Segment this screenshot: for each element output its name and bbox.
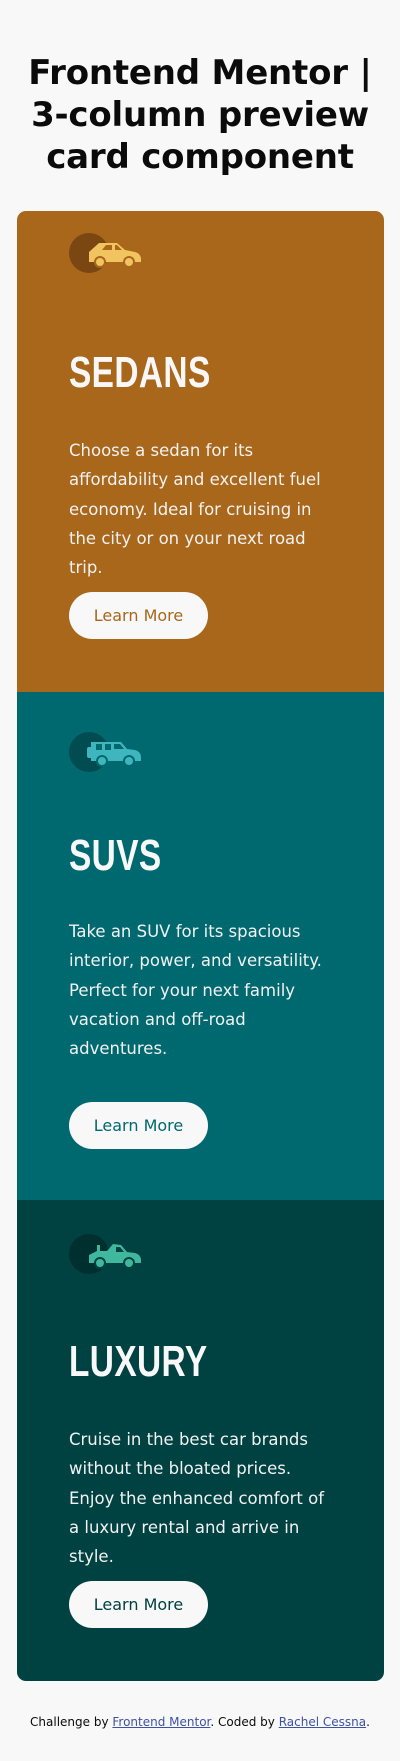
page-title: Frontend Mentor | 3-column preview card … xyxy=(28,53,372,177)
card-description: Choose a sedan for its affordability and… xyxy=(69,441,321,578)
card-sedans: SEDANS Choose a sedan for its affordabil… xyxy=(17,211,384,692)
card-stack: SEDANS Choose a sedan for its affordabil… xyxy=(17,211,384,1681)
card-description: Take an SUV for its spacious interior, p… xyxy=(69,922,322,1059)
attribution-suffix: . xyxy=(366,1715,370,1729)
learn-more-button[interactable]: Learn More xyxy=(69,592,208,639)
card-title: SUVS xyxy=(69,831,162,880)
attribution: Challenge by Frontend Mentor. Coded by R… xyxy=(0,1712,400,1732)
card-title: SEDANS xyxy=(69,348,211,397)
learn-more-button[interactable]: Learn More xyxy=(69,1102,208,1149)
luxury-car-icon xyxy=(69,1232,161,1276)
attribution-middle: . Coded by xyxy=(210,1715,279,1729)
card-suvs: SUVS Take an SUV for its spacious interi… xyxy=(17,692,384,1200)
author-link[interactable]: Rachel Cessna xyxy=(279,1715,366,1729)
learn-more-button[interactable]: Learn More xyxy=(69,1581,208,1628)
card-title: LUXURY xyxy=(69,1337,208,1386)
frontend-mentor-link[interactable]: Frontend Mentor xyxy=(112,1715,210,1729)
card-luxury: LUXURY Cruise in the best car brands wit… xyxy=(17,1200,384,1681)
attribution-prefix: Challenge by xyxy=(30,1715,113,1729)
suv-car-icon xyxy=(69,730,161,774)
sedan-car-icon xyxy=(69,231,161,275)
card-description: Cruise in the best car brands without th… xyxy=(69,1430,325,1567)
